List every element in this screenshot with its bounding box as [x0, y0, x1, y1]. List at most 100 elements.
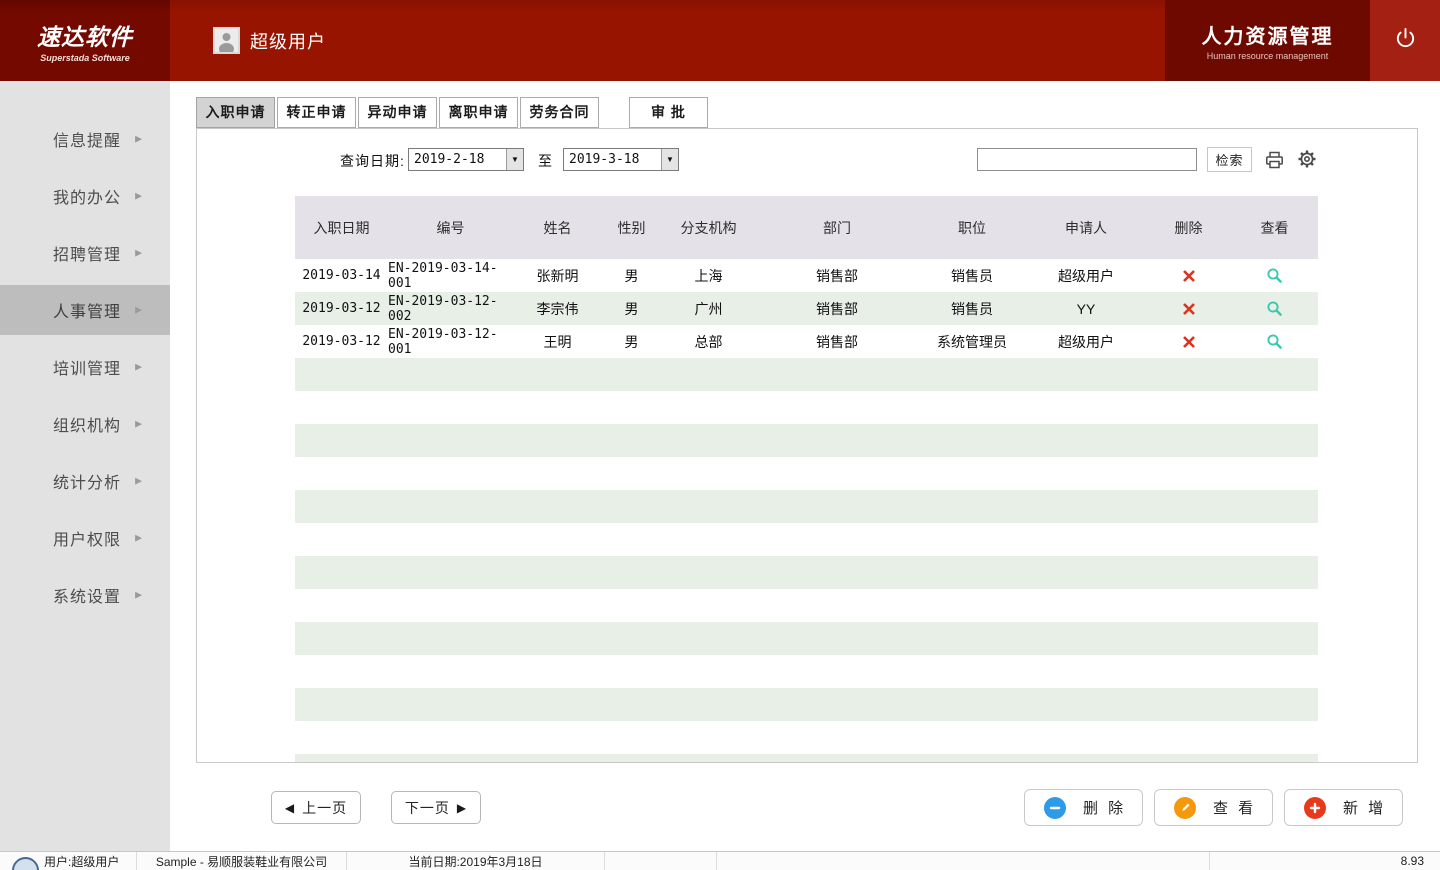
tab-resignation-application[interactable]: 离职申请 — [439, 97, 518, 128]
cell-dept: 销售部 — [756, 325, 918, 358]
tab-approval[interactable]: 审 批 — [629, 97, 708, 128]
cell-code — [388, 523, 513, 556]
cell-date — [295, 754, 388, 763]
cell-name — [513, 358, 602, 391]
table-row[interactable]: 2019-03-12EN-2019-03-12-001王明男总部销售部系统管理员… — [295, 325, 1318, 358]
cell-delete — [1146, 490, 1231, 523]
date-from-select[interactable]: 2019-2-18 ▼ — [408, 148, 524, 171]
table-row[interactable]: 2019-03-12EN-2019-03-12-002李宗伟男广州销售部销售员Y… — [295, 292, 1318, 325]
prev-page-button[interactable]: ◀ 上一页 — [271, 791, 361, 824]
cell-date — [295, 391, 388, 424]
statusbar-empty-cell — [717, 852, 1210, 870]
tab-transfer-application[interactable]: 异动申请 — [358, 97, 437, 128]
col-header-branch: 分支机构 — [661, 196, 756, 259]
cell-dept: 销售部 — [756, 292, 918, 325]
cell-view — [1231, 490, 1318, 523]
cell-view — [1231, 721, 1318, 754]
cell-branch — [661, 523, 756, 556]
date-to-value: 2019-3-18 — [564, 152, 661, 167]
cell-branch — [661, 688, 756, 721]
cell-name — [513, 490, 602, 523]
tab-regularization-application[interactable]: 转正申请 — [277, 97, 356, 128]
cell-delete — [1146, 589, 1231, 622]
power-button[interactable] — [1370, 0, 1440, 81]
cell-date — [295, 688, 388, 721]
statusbar-version: 8.93 — [1401, 854, 1424, 868]
cell-view — [1231, 259, 1318, 292]
cell-delete — [1146, 688, 1231, 721]
delete-row-icon[interactable] — [1181, 268, 1197, 284]
sidebar-item-personnel[interactable]: 人事管理 ▶ — [0, 285, 170, 335]
delete-button-label: 删 除 — [1083, 797, 1126, 818]
sidebar-item-label: 招聘管理 — [53, 241, 121, 265]
table-row-empty — [295, 457, 1318, 490]
search-button[interactable]: 检索 — [1207, 147, 1252, 172]
cell-applicant — [1026, 589, 1146, 622]
view-button-label: 查 看 — [1213, 797, 1256, 818]
settings-button[interactable] — [1296, 149, 1318, 171]
delete-row-icon[interactable] — [1181, 334, 1197, 350]
chevron-down-icon[interactable]: ▼ — [506, 149, 523, 170]
cell-position — [918, 754, 1026, 763]
next-page-button[interactable]: 下一页 ▶ — [391, 791, 481, 824]
chevron-right-icon: ▶ — [135, 191, 143, 202]
cell-applicant: YY — [1026, 292, 1146, 325]
cell-delete — [1146, 391, 1231, 424]
cell-delete — [1146, 523, 1231, 556]
sidebar-item-label: 系统设置 — [53, 583, 121, 607]
cell-code — [388, 688, 513, 721]
search-input[interactable] — [977, 148, 1197, 171]
query-toolbar: 查询日期: 2019-2-18 ▼ 至 2019-3-18 ▼ 检索 — [197, 148, 1417, 172]
view-row-icon[interactable] — [1266, 267, 1283, 284]
table-row-empty — [295, 754, 1318, 763]
sidebar-item-training[interactable]: 培训管理 ▶ — [0, 342, 170, 392]
add-button[interactable]: 新 增 — [1284, 789, 1403, 826]
cell-name — [513, 391, 602, 424]
delete-row-icon[interactable] — [1181, 301, 1197, 317]
sidebar-item-organization[interactable]: 组织机构 ▶ — [0, 399, 170, 449]
sidebar-item-label: 组织机构 — [53, 412, 121, 436]
logo: 速达软件 Superstada Software — [0, 0, 170, 81]
chevron-down-icon[interactable]: ▼ — [661, 149, 678, 170]
cell-name — [513, 721, 602, 754]
cell-dept — [756, 622, 918, 655]
cell-date — [295, 424, 388, 457]
date-to-select[interactable]: 2019-3-18 ▼ — [563, 148, 679, 171]
view-row-icon[interactable] — [1266, 333, 1283, 350]
cell-date — [295, 358, 388, 391]
cell-code — [388, 490, 513, 523]
statusbar-user: 用户:超级用户 — [44, 853, 119, 870]
delete-button[interactable]: 删 除 — [1024, 789, 1143, 826]
header-bar: 超级用户 — [170, 0, 1165, 81]
sidebar-item-recruitment[interactable]: 招聘管理 ▶ — [0, 228, 170, 278]
cell-name — [513, 589, 602, 622]
view-button[interactable]: 查 看 — [1154, 789, 1273, 826]
cell-gender — [602, 655, 661, 688]
cell-code: EN-2019-03-12-001 — [388, 325, 513, 358]
cell-view — [1231, 754, 1318, 763]
cell-view — [1231, 391, 1318, 424]
cell-delete — [1146, 325, 1231, 358]
chevron-right-icon: ▶ — [135, 476, 143, 487]
table-row[interactable]: 2019-03-14EN-2019-03-14-001张新明男上海销售部销售员超… — [295, 259, 1318, 292]
cell-branch: 总部 — [661, 325, 756, 358]
sidebar-item-my-office[interactable]: 我的办公 ▶ — [0, 171, 170, 221]
cell-date — [295, 490, 388, 523]
sidebar-item-message-reminder[interactable]: 信息提醒 ▶ — [0, 114, 170, 164]
printer-icon — [1264, 158, 1285, 173]
cell-gender — [602, 424, 661, 457]
date-from-value: 2019-2-18 — [409, 152, 506, 167]
table-row-empty — [295, 490, 1318, 523]
current-user-name: 超级用户 — [250, 28, 326, 54]
table-row-empty — [295, 391, 1318, 424]
sidebar-item-system-settings[interactable]: 系统设置 ▶ — [0, 570, 170, 620]
tab-labor-contract[interactable]: 劳务合同 — [520, 97, 599, 128]
cell-position: 系统管理员 — [918, 325, 1026, 358]
cell-delete — [1146, 457, 1231, 490]
print-button[interactable] — [1263, 149, 1285, 171]
view-row-icon[interactable] — [1266, 300, 1283, 317]
tab-entry-application[interactable]: 入职申请 — [196, 97, 275, 128]
sidebar-item-user-rights[interactable]: 用户权限 ▶ — [0, 513, 170, 563]
power-icon — [1394, 26, 1417, 56]
sidebar-item-statistics[interactable]: 统计分析 ▶ — [0, 456, 170, 506]
